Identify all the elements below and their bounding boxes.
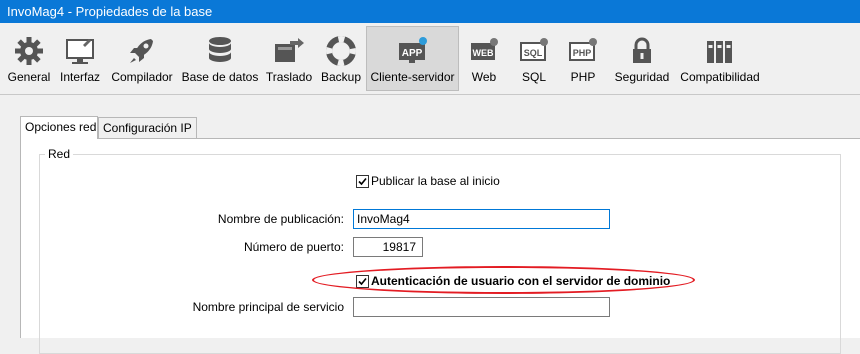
php-icon: PHP [569,38,597,61]
toolbar-label: Compilador [111,70,173,84]
lock-icon [633,37,651,63]
gear-icon [15,37,43,65]
web-icon: WEB [471,38,498,60]
toolbar-cliente-servidor[interactable]: APP Cliente-servidor [366,26,459,91]
toolbar-sql[interactable]: SQL SQL [514,27,554,91]
toolbar-compatibilidad[interactable]: Compatibilidad [677,27,763,91]
toolbar-backup[interactable]: Backup [318,27,364,91]
toolbar-label: PHP [570,70,596,84]
tab-opciones-red[interactable]: Opciones red [20,116,98,139]
toolbar-base-de-datos[interactable]: Base de datos [181,27,259,91]
toolbar-label: Web [471,70,497,84]
toolbar-seguridad[interactable]: Seguridad [612,27,672,91]
service-principal-name-label: Nombre principal de servicio [192,300,344,314]
php-icon-text: PHP [573,48,592,58]
toolbar-label: Compatibilidad [680,70,760,84]
transfer-icon [275,38,304,62]
check-icon [358,277,367,286]
service-principal-name-input[interactable] [353,297,610,317]
sql-icon: SQL [520,38,548,61]
publication-name-label: Nombre de publicación: [217,212,344,226]
title-bar: InvoMag4 - Propiedades de la base [0,0,860,23]
sql-icon-text: SQL [524,48,543,58]
tab-configuracion-ip[interactable]: Configuración IP [98,117,197,138]
toolbar-traslado[interactable]: Traslado [264,27,314,91]
binders-icon [707,41,732,63]
toolbar-label: General [7,70,51,84]
toolbar-label: Traslado [265,70,313,84]
app-icon-text: APP [401,48,422,59]
web-icon-text: WEB [473,48,494,58]
toolbar-label: SQL [521,70,546,84]
database-icon [209,37,231,62]
toolbar-compilador[interactable]: Compilador [108,27,176,91]
toolbar-label: Base de datos [181,70,259,84]
toolbar-label: Interfaz [59,70,101,84]
rocket-icon [130,39,153,63]
publish-checkbox[interactable] [356,175,369,188]
domain-auth-checkbox[interactable] [356,275,369,288]
port-number-input[interactable]: 19817 [353,237,423,257]
publication-name-input[interactable]: InvoMag4 [353,209,610,229]
toolbar-php[interactable]: PHP PHP [563,27,603,91]
toolbar: General Interfaz Compilador Base de dato… [0,23,860,95]
check-icon [358,177,367,186]
toolbar-label: Backup [320,70,362,84]
domain-auth-checkbox-label[interactable]: Autenticación de usuario con el servidor… [371,274,670,288]
group-title: Red [45,147,74,161]
window-title: InvoMag4 - Propiedades de la base [7,4,213,19]
toolbar-label: Cliente-servidor [370,70,455,84]
monitor-icon [66,39,94,64]
toolbar-web[interactable]: WEB Web [464,27,504,91]
toolbar-general[interactable]: General [4,27,54,91]
toolbar-interfaz[interactable]: Interfaz [56,27,104,91]
port-number-label: Número de puerto: [243,240,344,254]
app-server-icon: APP [398,37,427,63]
publish-checkbox-label[interactable]: Publicar la base al inicio [371,174,500,188]
toolbar-label: Seguridad [614,70,670,84]
lifebuoy-icon [326,36,356,66]
